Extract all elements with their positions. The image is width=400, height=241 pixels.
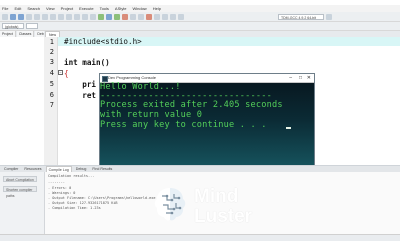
scope-select[interactable]: (globals) — [2, 23, 24, 29]
profile-icon[interactable] — [138, 13, 144, 20]
bookmark-icon[interactable] — [154, 13, 160, 20]
goto-line-icon[interactable] — [162, 13, 168, 20]
project-browser[interactable] — [0, 37, 45, 165]
print-icon[interactable] — [42, 13, 48, 20]
new-file-icon[interactable] — [2, 13, 8, 20]
menu-execute[interactable]: Execute — [79, 5, 93, 12]
compiler-options-icon[interactable] — [326, 13, 332, 20]
code-line: pri — [64, 80, 97, 89]
open-file-icon[interactable] — [10, 13, 16, 20]
stop-icon[interactable] — [146, 13, 152, 20]
console-window[interactable]: Dev Programming Console – □ ✕ Hello Worl… — [99, 73, 315, 178]
save-all-icon[interactable] — [26, 13, 32, 20]
line-number: 4 — [49, 69, 54, 77]
close-file-icon[interactable] — [34, 13, 40, 20]
bottom-panel-tabs: Compiler Resources Compile Log Debug Fin… — [0, 165, 400, 172]
menu-window[interactable]: Window — [132, 5, 146, 12]
log-line: - Warnings: 0 — [48, 191, 76, 195]
code-line: { — [64, 69, 69, 78]
redo-icon[interactable] — [58, 13, 64, 20]
line-number: 5 — [49, 80, 54, 88]
log-line: - Compilation Time: 1.23s — [48, 206, 101, 210]
console-title: Dev Programming Console — [108, 75, 157, 80]
code-line: ret — [64, 91, 97, 100]
mind-luster-brain-logo-icon — [154, 188, 186, 221]
line-number: 3 — [49, 58, 54, 66]
console-output-line: Process exited after 2.405 seconds — [100, 100, 283, 110]
find-icon[interactable] — [66, 13, 72, 20]
line-number: 1 — [49, 38, 54, 46]
member-select[interactable] — [26, 23, 38, 29]
watermark-luster: Luster — [194, 206, 253, 227]
menu-view[interactable]: View — [46, 5, 55, 12]
indent-icon[interactable] — [82, 13, 88, 20]
minimize-icon[interactable]: – — [289, 75, 292, 81]
shorten-paths-checkbox[interactable]: Shorten compiler paths — [3, 186, 37, 198]
menu-project[interactable]: Project — [61, 5, 73, 12]
log-line: Compilation results... — [48, 174, 95, 178]
debug-icon[interactable] — [130, 13, 136, 20]
menu-edit[interactable]: Edit — [14, 5, 21, 12]
compiler-select[interactable]: TDM-GCC 4.9.2 64-bit Release — [278, 13, 324, 26]
main-toolbar: TDM-GCC 4.9.2 64-bit Release — [0, 12, 400, 26]
maximize-icon[interactable]: □ — [299, 75, 302, 81]
console-cursor — [286, 127, 291, 129]
log-line: - Output Size: 127.9326171875 KiB — [48, 201, 118, 205]
console-output-line: with return value 0 — [100, 110, 203, 120]
compile-log-sidebar: Abort Compilation Shorten compiler paths — [0, 172, 45, 240]
replace-icon[interactable] — [74, 13, 80, 20]
code-line: #include<stdio.h> — [64, 37, 142, 46]
compile-icon[interactable] — [98, 13, 104, 20]
fold-toggle-icon[interactable]: − — [58, 70, 63, 75]
options-icon[interactable] — [178, 13, 184, 20]
log-line: -------- — [48, 180, 65, 184]
unindent-icon[interactable] — [90, 13, 96, 20]
secondary-toolbar: (globals) — [0, 22, 400, 31]
menu-tools[interactable]: Tools — [100, 5, 109, 12]
rebuild-icon[interactable] — [122, 13, 128, 20]
line-number: 6 — [49, 91, 54, 99]
close-icon[interactable]: ✕ — [307, 75, 311, 81]
run-icon[interactable] — [106, 13, 112, 20]
menu-search[interactable]: Search — [27, 5, 40, 12]
compile-run-icon[interactable] — [114, 13, 120, 20]
abort-compilation-button[interactable]: Abort Compilation — [3, 176, 37, 182]
console-output-line: Press any key to continue . . . — [100, 120, 267, 130]
code-line: int main() — [64, 58, 110, 67]
watermark-mind: Mind — [194, 186, 239, 207]
menu-file[interactable]: File — [2, 5, 8, 12]
log-line: - Errors: 0 — [48, 186, 72, 190]
line-number: 2 — [49, 48, 54, 56]
menu-astyle[interactable]: AStyle — [115, 5, 127, 12]
undo-icon[interactable] — [50, 13, 56, 20]
menu-help[interactable]: Help — [153, 5, 161, 12]
line-number: 7 — [49, 101, 54, 109]
new-class-icon[interactable] — [170, 13, 176, 20]
log-line: - Output Filename: C:\Users\Programs\hel… — [48, 196, 156, 200]
save-icon[interactable] — [18, 13, 24, 20]
menu-bar: File Edit Search View Project Execute To… — [0, 5, 400, 12]
